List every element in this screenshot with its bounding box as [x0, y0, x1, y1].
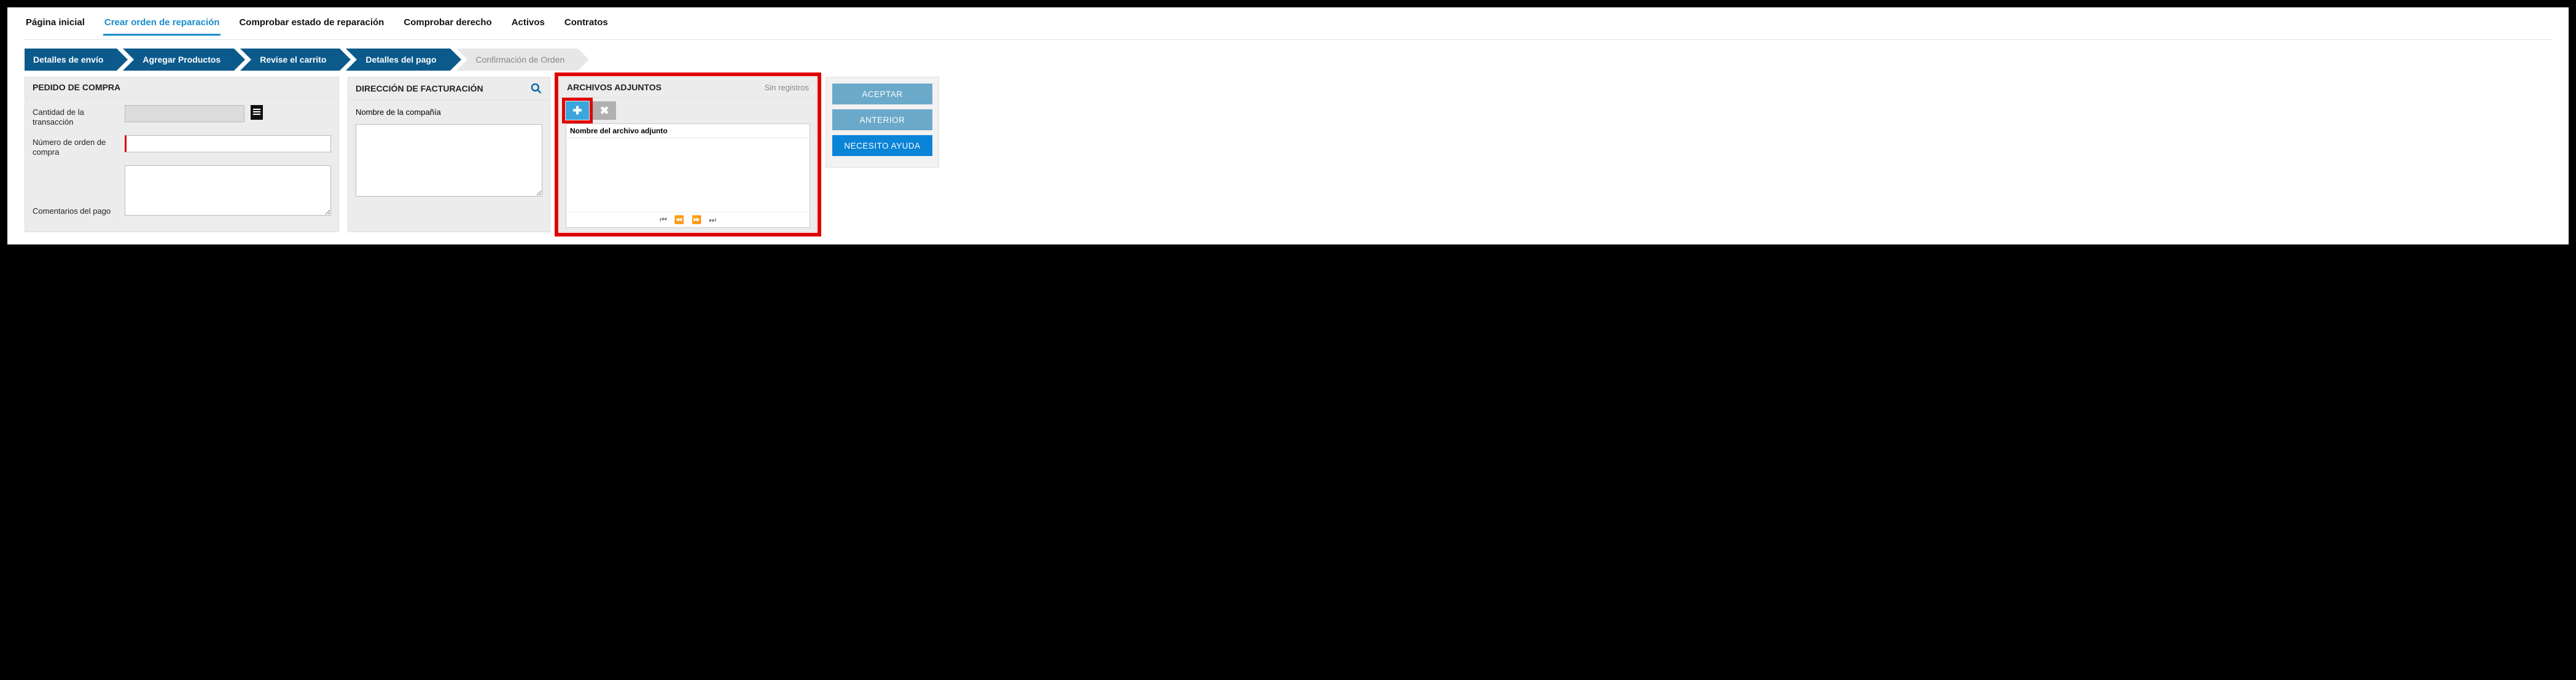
step-detalles-envio[interactable]: Detalles de envío [25, 49, 117, 71]
add-attachment-button[interactable]: ✚ [566, 101, 589, 120]
accept-button[interactable]: ACEPTAR [832, 84, 932, 104]
pager-next-icon[interactable]: ⏩ [692, 215, 701, 225]
search-icon[interactable] [530, 82, 542, 95]
adjuntos-title: ARCHIVOS ADJUNTOS [567, 82, 662, 92]
panel-pedido-compra: PEDIDO DE COMPRA Cantidad de la transacc… [25, 77, 339, 232]
step-detalles-pago[interactable]: Detalles del pago [346, 49, 450, 71]
textarea-nombre-compania[interactable] [356, 124, 542, 197]
step-confirmacion-orden[interactable]: Confirmación de Orden [456, 49, 579, 71]
tab-comprobar-estado[interactable]: Comprobar estado de reparación [238, 15, 385, 36]
delete-attachment-button[interactable]: ✖ [593, 101, 616, 120]
direccion-title: DIRECCIÓN DE FACTURACIÓN [356, 84, 483, 93]
document-icon[interactable] [251, 105, 263, 120]
tab-activos[interactable]: Activos [510, 15, 546, 36]
pager-prev-icon[interactable]: ⏪ [674, 215, 684, 225]
input-numero-orden-compra[interactable] [125, 135, 331, 152]
label-nombre-compania: Nombre de la compañía [356, 107, 542, 117]
panel-archivos-adjuntos: ARCHIVOS ADJUNTOS Sin registros ✚ ✖ Nomb… [559, 77, 817, 232]
label-numero-orden-compra: Número de orden de compra [33, 135, 125, 157]
attachment-list-body [566, 138, 810, 212]
close-icon: ✖ [599, 104, 609, 117]
top-nav: Página inicial Crear orden de reparación… [25, 12, 2551, 40]
tab-pagina-inicial[interactable]: Página inicial [25, 15, 86, 36]
tab-comprobar-derecho[interactable]: Comprobar derecho [402, 15, 493, 36]
pager-last-icon[interactable]: ⏭ [709, 215, 716, 225]
previous-button[interactable]: ANTERIOR [832, 109, 932, 130]
label-cantidad-transaccion: Cantidad de la transacción [33, 105, 125, 127]
step-agregar-productos[interactable]: Agregar Productos [123, 49, 234, 71]
label-comentarios-pago: Comentarios del pago [33, 204, 125, 216]
plus-icon: ✚ [572, 104, 582, 117]
attachment-column-header: Nombre del archivo adjunto [566, 124, 810, 138]
pedido-title: PEDIDO DE COMPRA [33, 82, 120, 92]
step-revise-carrito[interactable]: Revise el carrito [240, 49, 340, 71]
textarea-comentarios-pago[interactable] [125, 165, 331, 216]
wizard-steps: Detalles de envío Agregar Productos Revi… [25, 49, 2551, 71]
actions-panel: ACEPTAR ANTERIOR NECESITO AYUDA [825, 77, 939, 168]
tab-contratos[interactable]: Contratos [563, 15, 609, 36]
need-help-button[interactable]: NECESITO AYUDA [832, 135, 932, 156]
attachment-pager: ⏮ ⏪ ⏩ ⏭ [566, 212, 810, 227]
tab-crear-orden-reparacion[interactable]: Crear orden de reparación [103, 15, 221, 36]
panel-direccion-facturacion: DIRECCIÓN DE FACTURACIÓN Nombre de la co… [348, 77, 550, 232]
pager-first-icon[interactable]: ⏮ [660, 215, 667, 225]
adjuntos-no-records: Sin registros [765, 83, 809, 92]
input-cantidad-transaccion [125, 105, 244, 122]
attachment-list: Nombre del archivo adjunto ⏮ ⏪ ⏩ ⏭ [566, 123, 810, 228]
